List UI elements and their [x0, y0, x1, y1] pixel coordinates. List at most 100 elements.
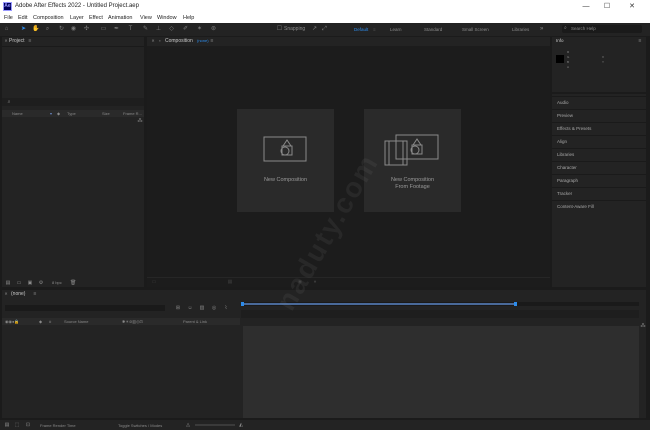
hand-tool-icon[interactable]: ✋: [32, 26, 39, 33]
panel-menu-icon[interactable]: ≡: [32, 291, 38, 297]
workspace-standard[interactable]: Standard: [424, 27, 442, 32]
paragraph-panel[interactable]: Paragraph: [552, 174, 646, 187]
pen-tool-icon[interactable]: ✒: [113, 26, 120, 33]
zoom-slider[interactable]: [195, 424, 235, 426]
align-panel[interactable]: Align: [552, 135, 646, 148]
source-name-header[interactable]: Source Name: [64, 319, 88, 325]
pan-behind-tool-icon[interactable]: ✣: [83, 26, 90, 33]
project-panel: [2, 37, 144, 287]
workspace-menu-icon[interactable]: ≡: [373, 27, 376, 32]
zoom-out-icon[interactable]: ◬: [185, 422, 191, 428]
panel-menu-icon[interactable]: ≡: [637, 38, 643, 44]
stretch-icon[interactable]: ⊡: [25, 422, 31, 428]
rectangle-tool-icon[interactable]: ▭: [100, 26, 107, 33]
menu-composition[interactable]: Composition: [33, 15, 64, 21]
in-out-icon[interactable]: ⬚: [14, 422, 20, 428]
new-composition-tile[interactable]: New Composition: [237, 109, 334, 212]
eraser-tool-icon[interactable]: ◇: [168, 26, 175, 33]
camera-tool-icon[interactable]: ◉: [70, 26, 77, 33]
new-composition-icon[interactable]: ▣: [27, 280, 33, 286]
preview-panel[interactable]: Preview: [552, 109, 646, 122]
composition-flow-icon[interactable]: ⊞: [175, 305, 181, 311]
libraries-panel[interactable]: Libraries: [552, 148, 646, 161]
minimize-button[interactable]: —: [576, 1, 596, 12]
menu-animation[interactable]: Animation: [108, 15, 132, 21]
type-column-header[interactable]: Type: [67, 111, 76, 117]
composition-tab[interactable]: Composition: [165, 38, 193, 44]
selection-tool-icon[interactable]: ➤: [20, 26, 27, 33]
snapping-checkbox[interactable]: ☐: [276, 26, 283, 33]
puppet-pin-tool-icon[interactable]: ⊛: [210, 26, 217, 33]
help-search-input[interactable]: ⌕ Search Help: [562, 25, 642, 33]
shy-icon[interactable]: ☺: [187, 305, 193, 311]
menu-file[interactable]: File: [4, 15, 13, 21]
grid-icon[interactable]: ▦: [227, 279, 233, 285]
motion-blur-icon[interactable]: ◎: [211, 305, 217, 311]
brush-tool-icon[interactable]: ✎: [142, 26, 149, 33]
panel-menu-icon[interactable]: ≡: [209, 38, 215, 44]
character-panel[interactable]: Character: [552, 161, 646, 174]
frame-rate-column-header[interactable]: Frame R...: [123, 111, 142, 117]
size-column-header[interactable]: Size: [102, 111, 110, 117]
project-search-bar[interactable]: ⌕: [2, 98, 144, 106]
audio-panel[interactable]: Audio: [552, 96, 646, 109]
rotation-tool-icon[interactable]: ↻: [58, 26, 65, 33]
workspace-overflow-button[interactable]: »: [540, 26, 543, 32]
name-column-header[interactable]: Name: [12, 111, 23, 117]
parent-link-header[interactable]: Parent & Link: [183, 319, 207, 325]
timeline-track-area[interactable]: [243, 326, 639, 418]
workspace-default[interactable]: Default: [354, 27, 368, 32]
work-area-end-handle[interactable]: [514, 302, 517, 306]
menu-window[interactable]: Window: [157, 15, 177, 21]
effects-presets-panel[interactable]: Effects & Presets: [552, 122, 646, 135]
render-time-toggle-icon[interactable]: ▤: [4, 422, 10, 428]
workspace-learn[interactable]: Learn: [390, 27, 402, 32]
zoom-tool-icon[interactable]: ⌕: [44, 26, 51, 33]
maximize-button[interactable]: ☐: [597, 1, 617, 12]
av-features-icons: ◉◉●🔒: [5, 319, 20, 324]
bit-depth-button[interactable]: 8 bpc: [52, 280, 62, 286]
label-column-icon: ◆: [39, 319, 43, 324]
snap-features-icon[interactable]: ⤢: [321, 26, 328, 33]
project-column-header: Name ▾ ◆ Type Size Frame R...: [2, 110, 144, 117]
magnification-icon[interactable]: ▭: [151, 279, 157, 285]
lock-icon[interactable]: ▪: [157, 38, 163, 44]
graph-editor-icon[interactable]: ⌇: [223, 305, 229, 311]
flowchart-icon[interactable]: ⁂: [640, 323, 646, 329]
content-aware-fill-panel[interactable]: Content-Aware Fill: [552, 200, 646, 213]
snapping-label: Snapping: [284, 26, 306, 32]
work-area-start-handle[interactable]: [241, 302, 244, 306]
snap-edges-icon[interactable]: ↗: [311, 26, 318, 33]
menu-view[interactable]: View: [140, 15, 152, 21]
time-ruler[interactable]: [241, 310, 639, 318]
menu-effect[interactable]: Effect: [89, 15, 103, 21]
puppet-tool-icon[interactable]: ✶: [196, 26, 203, 33]
frame-blending-icon[interactable]: ▥: [199, 305, 205, 311]
close-panel-icon[interactable]: ✕: [3, 291, 9, 297]
zoom-in-icon[interactable]: ◭: [238, 422, 244, 428]
type-tool-icon[interactable]: T: [127, 26, 134, 33]
project-tab[interactable]: Project: [9, 38, 25, 44]
tracker-panel[interactable]: Tracker: [552, 187, 646, 200]
menu-edit[interactable]: Edit: [18, 15, 27, 21]
flowchart-icon[interactable]: ⁂: [137, 118, 143, 124]
toggle-switches-modes-button[interactable]: Toggle Switches / Modes: [118, 423, 162, 428]
timeline-tab[interactable]: (none): [11, 291, 25, 297]
panel-menu-icon[interactable]: ≡: [27, 38, 33, 44]
roto-brush-tool-icon[interactable]: ✐: [182, 26, 189, 33]
clone-stamp-tool-icon[interactable]: ⊥: [155, 26, 162, 33]
label-column-icon[interactable]: ◆: [57, 111, 60, 117]
interpret-footage-icon[interactable]: ▤: [5, 280, 11, 286]
new-folder-icon[interactable]: ▭: [16, 280, 22, 286]
menu-help[interactable]: Help: [183, 15, 194, 21]
close-panel-icon[interactable]: ✕: [150, 38, 156, 44]
close-button[interactable]: ✕: [622, 1, 642, 12]
workspace-libraries[interactable]: Libraries: [512, 27, 529, 32]
timeline-search-input[interactable]: [5, 305, 165, 311]
home-icon[interactable]: ⌂: [3, 26, 10, 33]
menu-layer[interactable]: Layer: [70, 15, 84, 21]
adjust-icon[interactable]: ⚙: [38, 280, 44, 286]
workspace-small-screen[interactable]: Small Screen: [462, 27, 489, 32]
info-tab[interactable]: Info: [556, 38, 564, 43]
trash-icon[interactable]: 🗑: [70, 280, 76, 286]
